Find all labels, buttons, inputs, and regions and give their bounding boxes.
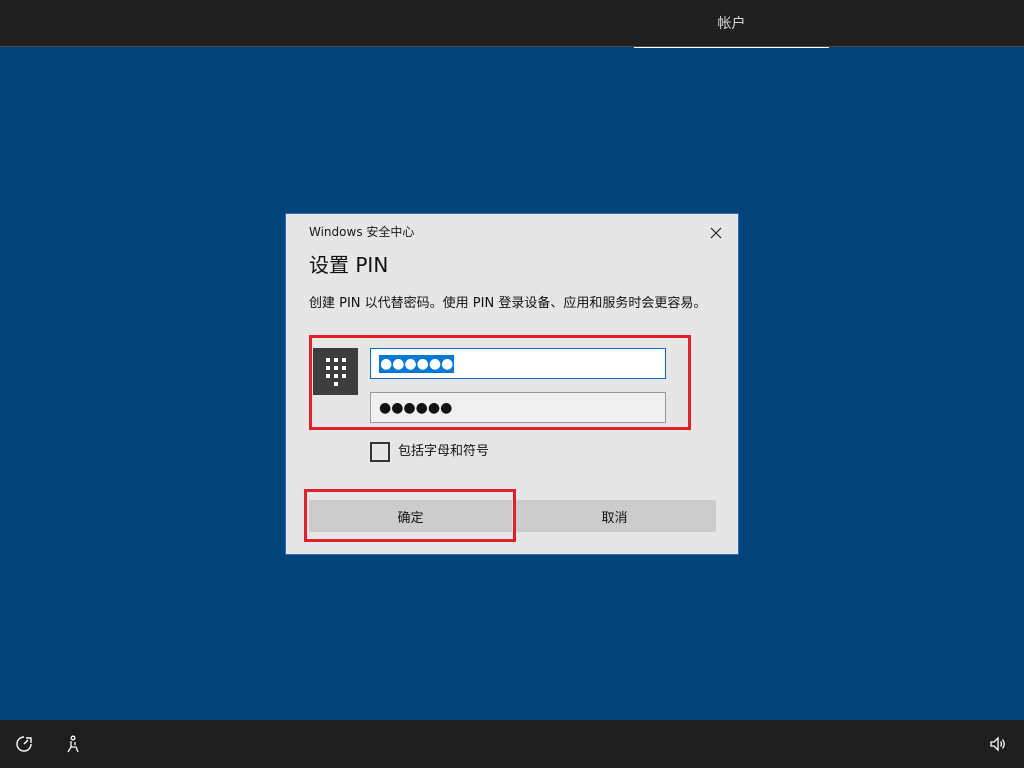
checkbox-label[interactable]: 包括字母和符号 — [398, 442, 489, 462]
bottom-bar — [0, 720, 1024, 768]
pin-input[interactable]: ●●●●●● — [370, 348, 666, 379]
include-letters-symbols-checkbox[interactable] — [370, 442, 390, 462]
pin-input-value: ●●●●●● — [379, 354, 455, 373]
volume-icon — [990, 736, 1005, 752]
dialog-title: 设置 PIN — [309, 253, 389, 277]
ok-button[interactable]: 确定 — [309, 500, 512, 532]
accessibility-button[interactable] — [61, 732, 85, 756]
pin-tile — [313, 348, 358, 395]
windows-security-dialog: Windows 安全中心 设置 PIN 创建 PIN 以代替密码。使用 PIN … — [285, 213, 739, 555]
volume-button[interactable] — [986, 732, 1010, 756]
dialog-description: 创建 PIN 以代替密码。使用 PIN 登录设备、应用和服务时会更容易。 — [309, 296, 707, 311]
confirm-pin-value: ●●●●●● — [379, 399, 453, 416]
accessibility-icon — [67, 735, 79, 753]
cancel-button[interactable]: 取消 — [513, 500, 716, 532]
keypad-icon — [325, 357, 346, 386]
tab-account[interactable]: 帐户 — [634, 0, 829, 48]
dialog-caption: Windows 安全中心 — [309, 225, 415, 239]
close-button[interactable] — [704, 221, 728, 245]
top-bar: 帐户 — [0, 0, 1024, 48]
top-bar-divider — [0, 46, 1024, 47]
ease-of-access-button[interactable] — [12, 732, 36, 756]
close-icon — [710, 227, 722, 239]
ease-of-access-icon — [16, 736, 32, 752]
confirm-pin-input[interactable]: ●●●●●● — [370, 392, 666, 423]
